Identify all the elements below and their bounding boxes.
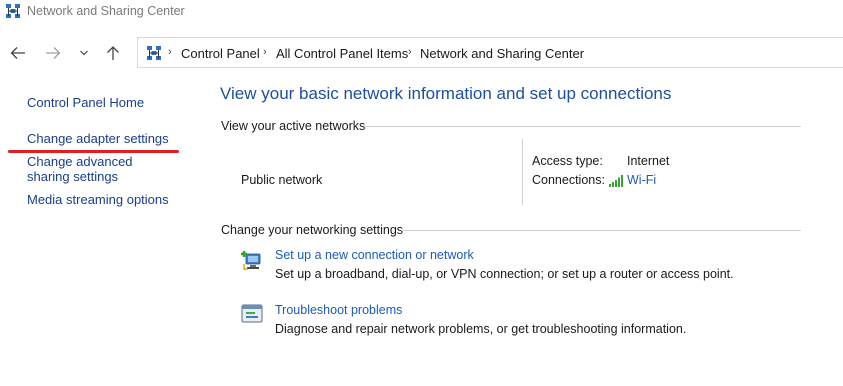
setup-new-connection-description: Set up a broadband, dial-up, or VPN conn… (275, 267, 734, 281)
new-connection-icon (240, 248, 264, 272)
address-bar[interactable]: › Control Panel › All Control Panel Item… (137, 37, 843, 68)
back-arrow-icon (10, 47, 25, 59)
network-name: Public network (241, 173, 323, 187)
network-center-icon (146, 45, 162, 61)
breadcrumb-all-items[interactable]: All Control Panel Items (276, 46, 408, 61)
access-type-label: Access type: (532, 154, 603, 168)
divider (522, 139, 523, 205)
connections-label: Connections: (532, 173, 605, 187)
troubleshoot-problems-description: Diagnose and repair network problems, or… (275, 322, 687, 336)
breadcrumb-control-panel[interactable]: Control Panel (181, 46, 260, 61)
sidebar-item-change-adapter-settings[interactable]: Change adapter settings (27, 131, 169, 146)
recent-locations-button[interactable] (76, 42, 92, 64)
breadcrumb-separator-icon[interactable]: › (263, 46, 267, 58)
active-networks-heading: View your active networks (221, 119, 366, 133)
up-button[interactable] (102, 42, 124, 64)
title-bar: Network and Sharing Center (0, 0, 843, 24)
troubleshoot-icon (240, 302, 264, 326)
networking-settings-heading: Change your networking settings (221, 223, 404, 237)
wifi-connection-link[interactable]: Wi-Fi (627, 173, 656, 187)
access-type-value: Internet (627, 154, 670, 168)
breadcrumb-separator-icon[interactable]: › (168, 46, 172, 58)
breadcrumb-network-center[interactable]: Network and Sharing Center (420, 46, 584, 61)
window-title: Network and Sharing Center (27, 4, 185, 18)
forward-button[interactable] (42, 42, 64, 64)
sidebar-item-control-panel-home[interactable]: Control Panel Home (27, 95, 144, 110)
setup-new-connection-link[interactable]: Set up a new connection or network (275, 248, 474, 262)
network-center-icon (5, 3, 21, 19)
troubleshoot-problems-link[interactable]: Troubleshoot problems (275, 303, 402, 317)
up-arrow-icon (107, 46, 119, 60)
back-button[interactable] (7, 42, 29, 64)
sidebar-item-advanced-sharing-settings[interactable]: Change advanced sharing settings (27, 154, 172, 184)
forward-arrow-icon (46, 47, 61, 59)
chevron-down-icon (80, 50, 88, 56)
page-title: View your basic network information and … (220, 84, 672, 103)
divider (401, 230, 801, 231)
breadcrumb-separator-icon[interactable]: › (408, 46, 412, 58)
wifi-signal-icon (609, 174, 623, 187)
divider (364, 126, 801, 127)
sidebar-item-media-streaming-options[interactable]: Media streaming options (27, 192, 169, 207)
highlight-underline (8, 150, 179, 153)
